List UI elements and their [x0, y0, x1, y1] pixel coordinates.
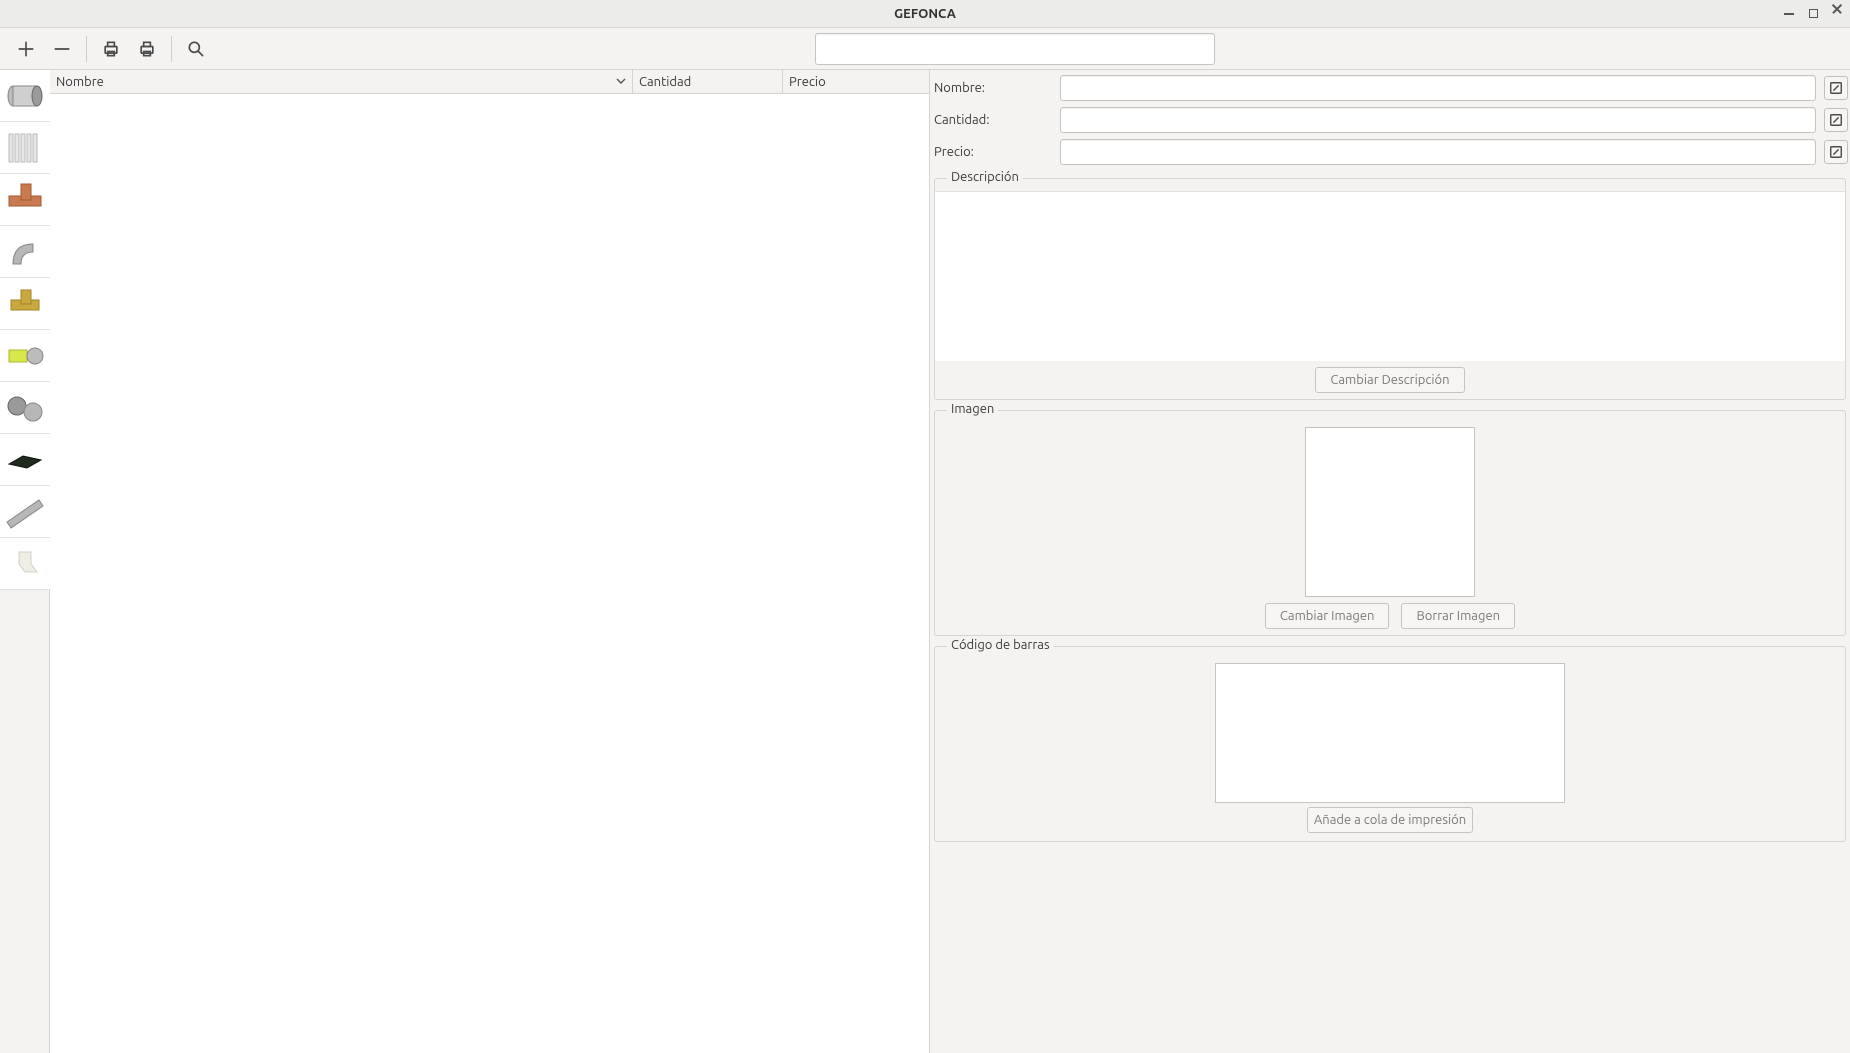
sort-indicator [616, 75, 626, 89]
description-area[interactable] [935, 191, 1845, 361]
category-thumb-7[interactable] [0, 382, 50, 434]
printer-icon [101, 39, 121, 59]
radiator-icon [3, 126, 47, 170]
titlebar: GEFONCA [0, 0, 1850, 28]
delete-image-button[interactable]: Borrar Imagen [1401, 603, 1515, 629]
category-thumb-5[interactable] [0, 278, 50, 330]
edit-qty-button[interactable] [1824, 108, 1848, 132]
column-header-qty[interactable]: Cantidad [633, 70, 783, 93]
category-thumb-1[interactable] [0, 70, 50, 122]
barcode-preview [1215, 663, 1565, 803]
category-thumb-10[interactable] [0, 538, 50, 590]
category-thumb-4[interactable] [0, 226, 50, 278]
elbow-icon [3, 230, 47, 274]
search-button[interactable] [182, 35, 210, 63]
remove-button[interactable] [48, 35, 76, 63]
search-icon [186, 39, 206, 59]
printer-icon [137, 39, 157, 59]
description-group: Descripción Cambiar Descripción [934, 178, 1846, 400]
edit-price-button[interactable] [1824, 140, 1848, 164]
category-thumb-6[interactable] [0, 330, 50, 382]
barcode-legend: Código de barras [947, 638, 1054, 652]
edit-icon [1829, 113, 1843, 127]
category-thumb-9[interactable] [0, 486, 50, 538]
price-field[interactable] [1060, 139, 1816, 165]
pipe-fitting-icon [3, 74, 47, 118]
minimize-button[interactable] [1782, 7, 1796, 21]
change-image-button[interactable]: Cambiar Imagen [1265, 603, 1390, 629]
toolbar-separator [86, 36, 87, 62]
name-field[interactable] [1060, 75, 1816, 101]
image-legend: Imagen [947, 402, 998, 416]
print-button-1[interactable] [97, 35, 125, 63]
form-row-name: Nombre: [932, 72, 1848, 104]
add-to-print-queue-button[interactable]: Añade a cola de impresión [1307, 807, 1473, 833]
window-controls [1782, 7, 1844, 21]
pvc-joints-icon [3, 386, 47, 430]
plus-icon [16, 39, 36, 59]
edit-name-button[interactable] [1824, 76, 1848, 100]
price-label: Precio: [932, 145, 1060, 159]
description-legend: Descripción [947, 170, 1023, 184]
name-label: Nombre: [932, 81, 1060, 95]
table-body[interactable] [50, 94, 929, 1053]
category-thumb-3[interactable] [0, 174, 50, 226]
category-icon-strip [0, 70, 50, 1053]
qty-label: Cantidad: [932, 113, 1060, 127]
detail-panel: Nombre: Cantidad: Precio: Descripción [930, 70, 1850, 1053]
change-description-button[interactable]: Cambiar Descripción [1315, 367, 1464, 393]
white-fitting-icon [3, 542, 47, 586]
window-title: GEFONCA [0, 7, 1850, 21]
column-header-name[interactable]: Nombre [50, 70, 633, 93]
column-header-price[interactable]: Precio [783, 70, 929, 93]
qty-field[interactable] [1060, 107, 1816, 133]
column-header-price-label: Precio [789, 75, 826, 89]
image-preview [1305, 427, 1475, 597]
category-thumb-2[interactable] [0, 122, 50, 174]
category-thumb-8[interactable] [0, 434, 50, 486]
close-button[interactable] [1830, 7, 1844, 21]
press-fitting-icon [3, 334, 47, 378]
table-header: Nombre Cantidad Precio [50, 70, 929, 94]
chevron-down-icon [616, 76, 626, 86]
form-row-price: Precio: [932, 136, 1848, 168]
print-button-2[interactable] [133, 35, 161, 63]
black-fitting-icon [3, 438, 47, 482]
toolbar-separator [171, 36, 172, 62]
edit-icon [1829, 81, 1843, 95]
copper-tee-icon [3, 178, 47, 222]
barcode-group: Código de barras Añade a cola de impresi… [934, 646, 1846, 842]
search-input[interactable] [815, 33, 1215, 65]
workarea: Nombre Cantidad Precio Nombre: Cantidad: [0, 70, 1850, 1053]
brass-fitting-icon [3, 282, 47, 326]
minus-icon [52, 39, 72, 59]
form-row-qty: Cantidad: [932, 104, 1848, 136]
column-header-qty-label: Cantidad [639, 75, 691, 89]
add-button[interactable] [12, 35, 40, 63]
column-header-name-label: Nombre [56, 75, 104, 89]
items-table: Nombre Cantidad Precio [50, 70, 930, 1053]
edit-icon [1829, 145, 1843, 159]
image-group: Imagen Cambiar Imagen Borrar Imagen [934, 410, 1846, 636]
toolbar-search [815, 33, 1215, 65]
grey-pipe-icon [3, 490, 47, 534]
maximize-button[interactable] [1806, 7, 1820, 21]
toolbar [0, 28, 1850, 70]
